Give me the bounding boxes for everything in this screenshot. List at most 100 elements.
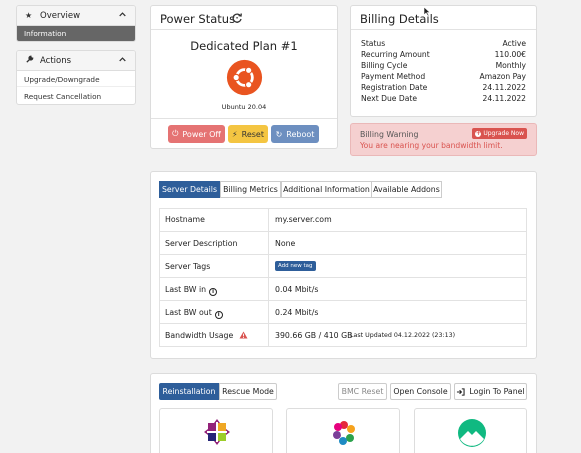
tab-label: Reinstallation — [162, 387, 216, 396]
open-console-button[interactable]: Open Console — [390, 383, 451, 400]
mouse-cursor-icon — [423, 6, 431, 17]
bw-in-value: 0.04 Mbit/s — [275, 285, 319, 294]
divider — [151, 29, 337, 30]
table-row: Server Tags Add new tag — [159, 254, 527, 277]
info-icon[interactable]: i — [214, 311, 223, 319]
upgrade-now-button[interactable]: + Upgrade Now — [472, 128, 527, 139]
billing-label: Payment Method — [361, 72, 426, 81]
power-icon: ⏻ — [172, 129, 179, 138]
power-status-panel: Power Status: Dedicated Plan #1 Ubuntu 2… — [150, 5, 338, 149]
wrench-icon — [25, 55, 35, 66]
billing-label: Next Due Date — [361, 94, 418, 103]
tab-rescue-mode[interactable]: Rescue Mode — [219, 383, 277, 400]
chevron-up-icon[interactable] — [119, 11, 126, 18]
os-option-centos[interactable] — [159, 408, 273, 453]
sidebar-actions-header[interactable]: Actions — [17, 51, 135, 71]
sidebar-actions-title: Actions — [40, 55, 72, 66]
divider — [268, 208, 269, 231]
last-updated-text: Last Updated 04.12.2022 (23:13) — [350, 332, 456, 339]
billing-label: Status — [361, 39, 386, 48]
warning-title: Billing Warning — [360, 130, 419, 139]
bmc-reset-label: BMC Reset — [341, 387, 384, 396]
reset-button[interactable]: ⚡ Reset — [228, 125, 268, 143]
billing-value: 24.11.2022 — [482, 94, 526, 103]
divider — [268, 232, 269, 254]
tab-reinstallation[interactable]: Reinstallation — [159, 383, 219, 400]
power-off-label: Power Off — [182, 129, 221, 139]
os-option-debian-like[interactable] — [286, 408, 400, 453]
tab-available-addons[interactable]: Available Addons — [371, 181, 442, 198]
sidebar-item-label: Request Cancellation — [24, 92, 102, 101]
add-new-tag-button[interactable]: Add new tag — [275, 261, 316, 271]
billing-value: Amazon Pay — [479, 72, 527, 81]
bmc-reset-button[interactable]: BMC Reset — [338, 383, 387, 400]
sidebar-item-label: Information — [24, 29, 67, 38]
rocky-linux-logo-icon — [458, 419, 486, 447]
warning-message: You are nearing your bandwidth limit. — [360, 141, 503, 150]
sidebar-overview-header[interactable]: ★ Overview — [17, 6, 135, 26]
description-value: None — [275, 239, 296, 248]
table-row: Last BW out i 0.24 Mbit/s — [159, 300, 527, 323]
reset-label: Reset — [241, 129, 264, 139]
ubuntu-logo-icon — [226, 59, 263, 96]
table-row: Server Description None — [159, 231, 527, 254]
sidebar-item-upgrade[interactable]: Upgrade/Downgrade — [17, 72, 135, 87]
plan-name: Dedicated Plan #1 — [190, 39, 298, 53]
tab-billing-metrics[interactable]: Billing Metrics — [220, 181, 281, 198]
sidebar-item-label: Upgrade/Downgrade — [24, 74, 100, 84]
sidebar-item-cancellation[interactable]: Request Cancellation — [17, 89, 135, 104]
upgrade-now-label: Upgrade Now — [483, 130, 524, 137]
plug-icon: ⚡ — [232, 129, 238, 139]
divider — [351, 29, 536, 30]
row-label: Hostname — [165, 215, 205, 224]
billing-details-panel: Billing Details Status Active Recurring … — [350, 5, 537, 117]
tab-label: Billing Metrics — [223, 185, 278, 194]
bw-out-label: Last BW out — [165, 308, 212, 317]
power-off-button[interactable]: ⏻ Power Off — [168, 125, 225, 143]
sidebar-item-information[interactable]: Information — [17, 26, 135, 41]
divider — [268, 301, 269, 323]
login-to-panel-button[interactable]: Login To Panel — [454, 383, 527, 400]
billing-row: Next Due Date 24.11.2022 — [361, 94, 526, 105]
divider — [268, 324, 269, 346]
divider — [151, 118, 337, 119]
tab-server-details[interactable]: Server Details — [159, 181, 220, 198]
star-icon: ★ — [25, 11, 33, 20]
os-option-rocky[interactable] — [414, 408, 527, 453]
table-row: Last BW in i 0.04 Mbit/s — [159, 277, 527, 300]
row-label: Bandwidth Usage — [165, 331, 248, 340]
os-label: Ubuntu 20.04 — [221, 103, 267, 111]
billing-value: Active — [502, 39, 527, 48]
centos-logo-icon — [204, 419, 230, 445]
power-status-title: Power Status: — [160, 12, 239, 26]
refresh-icon[interactable] — [231, 12, 243, 24]
row-label: Last BW out i — [165, 308, 223, 319]
sidebar-actions-panel: Actions Upgrade/Downgrade Request Cancel… — [16, 50, 136, 105]
chevron-up-icon[interactable] — [119, 56, 126, 63]
info-icon[interactable]: i — [209, 288, 218, 296]
billing-row: Registration Date 24.11.2022 — [361, 83, 526, 94]
billing-row: Payment Method Amazon Pay — [361, 72, 526, 83]
billing-row: Recurring Amount 110.00€ — [361, 50, 526, 61]
tab-additional-information[interactable]: Additional Information — [281, 181, 372, 198]
sidebar-overview-panel: ★ Overview Information — [16, 5, 136, 42]
hostname-value: my.server.com — [275, 215, 332, 224]
warning-triangle-icon — [239, 331, 248, 339]
row-label: Server Description — [165, 239, 238, 248]
plus-circle-icon: + — [475, 129, 482, 137]
billing-row: Billing Cycle Monthly — [361, 61, 526, 72]
reboot-icon: ↻ — [275, 129, 283, 139]
billing-value: 110.00€ — [494, 50, 526, 59]
bandwidth-usage-label: Bandwidth Usage — [165, 331, 234, 340]
sidebar-overview-title: Overview — [40, 10, 81, 21]
billing-label: Billing Cycle — [361, 61, 408, 70]
bw-out-value: 0.24 Mbit/s — [275, 308, 319, 317]
tab-label: Rescue Mode — [222, 387, 274, 396]
reboot-label: Reboot — [286, 129, 315, 139]
table-row: Hostname my.server.com — [159, 208, 527, 231]
bandwidth-usage-value: 390.66 GB / 410 GB — [275, 331, 353, 340]
tab-label: Additional Information — [283, 185, 370, 194]
divider — [268, 255, 269, 277]
row-label: Last BW in i — [165, 285, 218, 296]
reboot-button[interactable]: ↻ Reboot — [271, 125, 319, 143]
